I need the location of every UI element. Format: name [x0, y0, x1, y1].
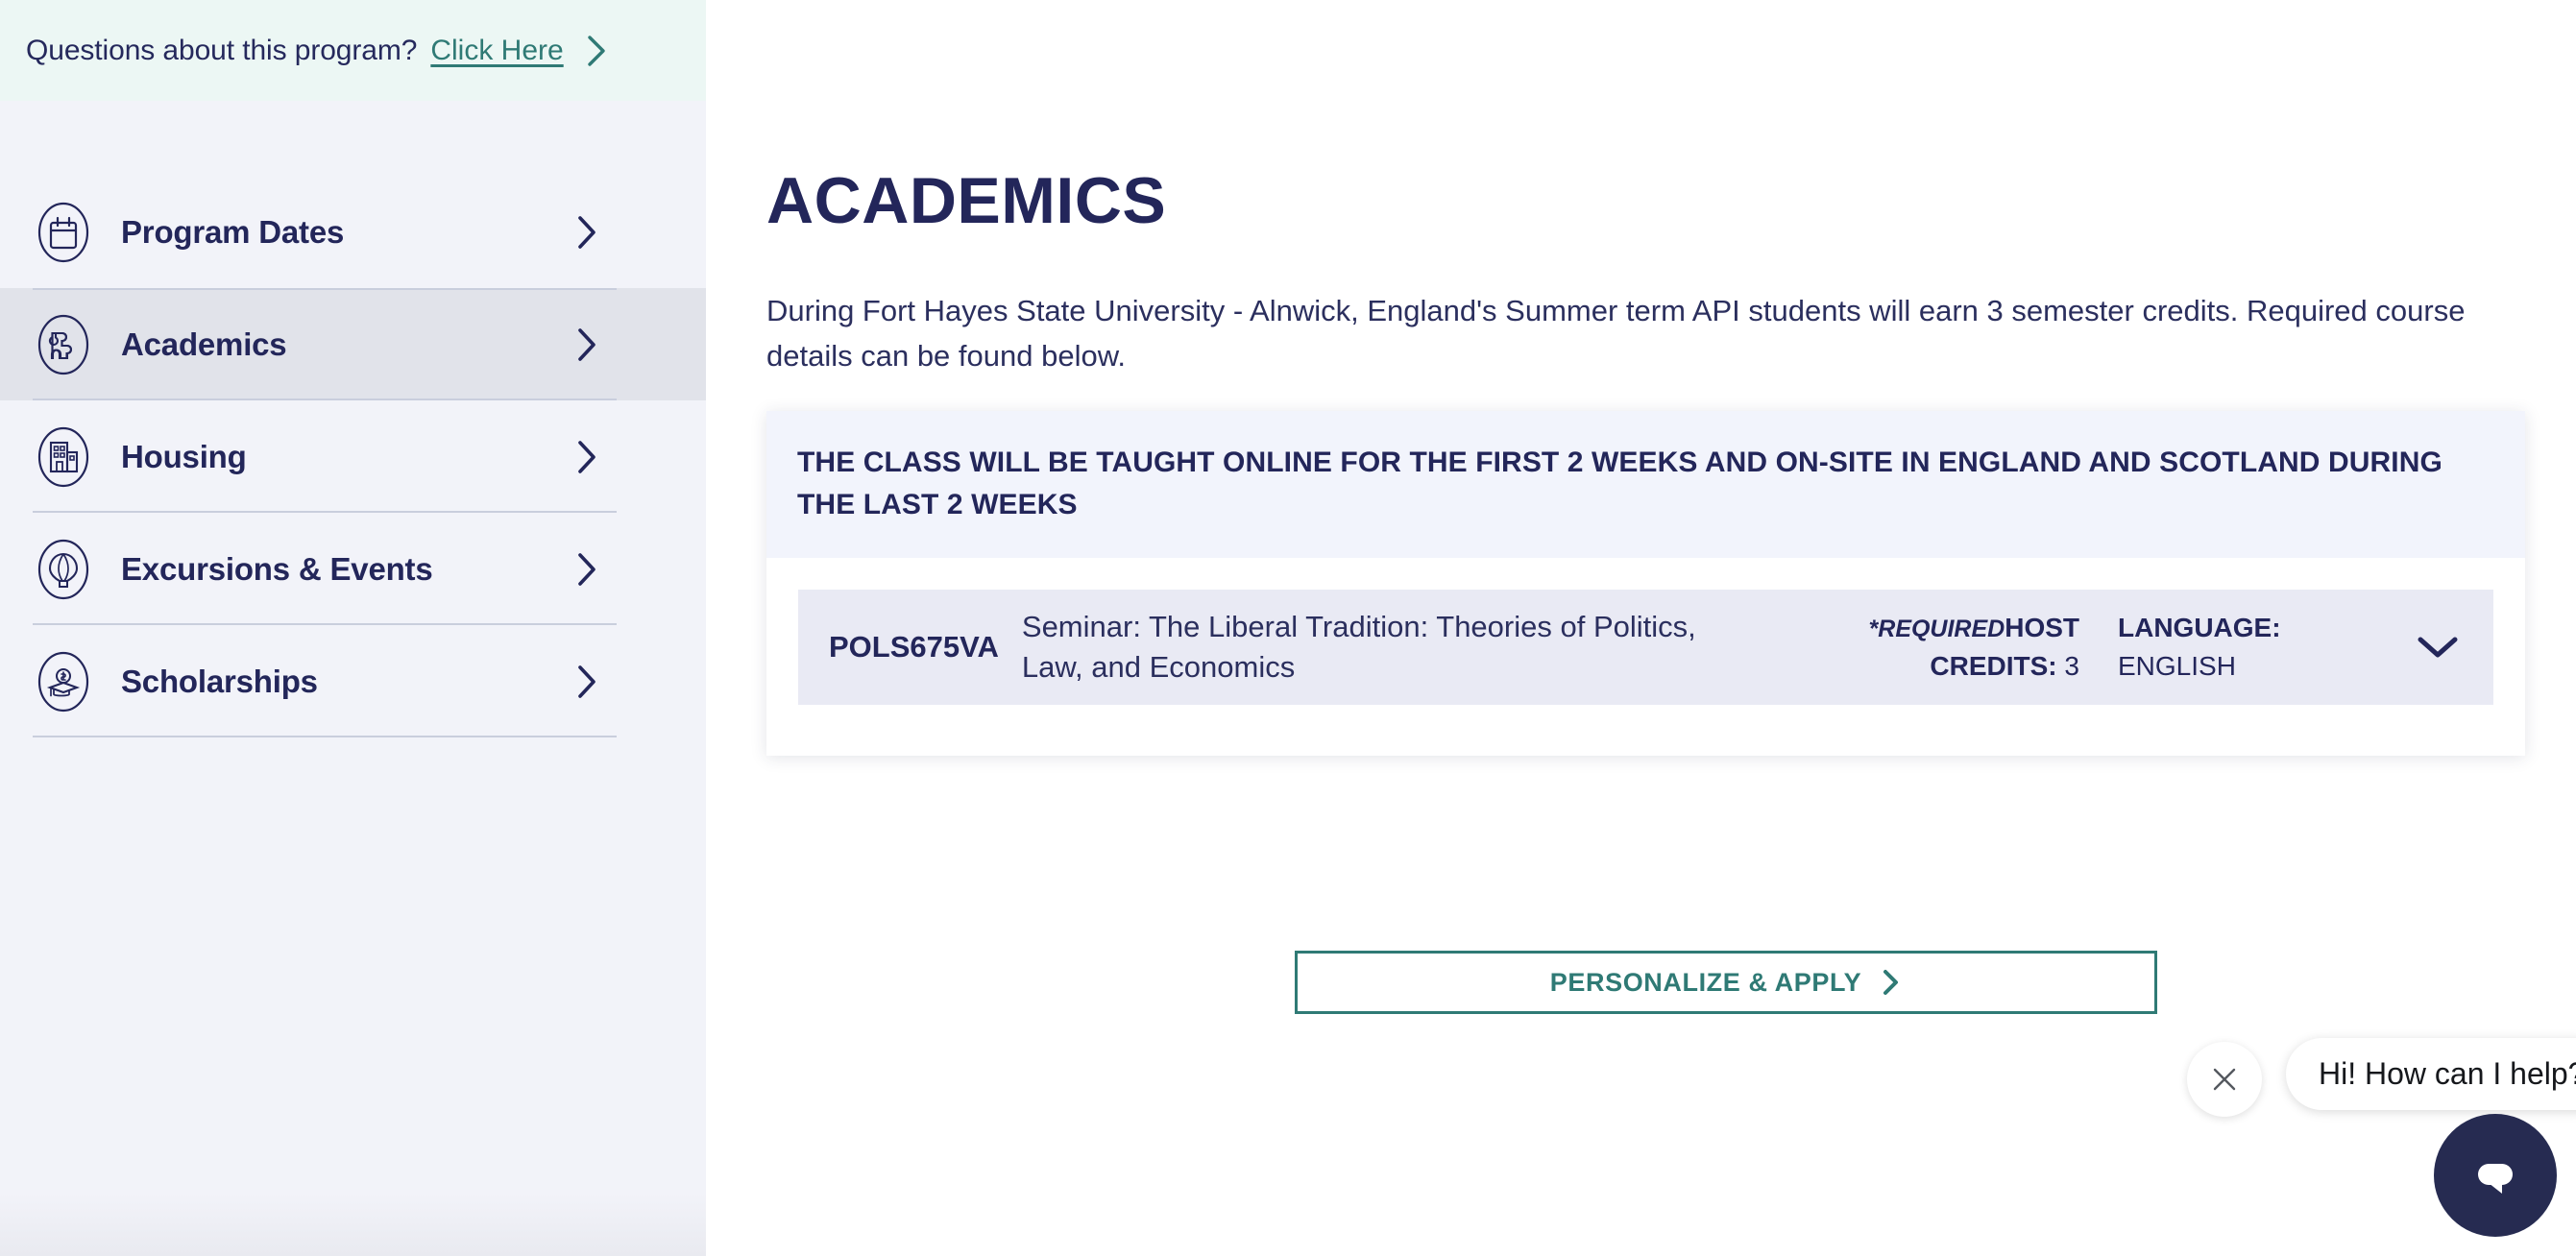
page-title: ACADEMICS: [766, 164, 1167, 237]
chevron-right-icon: [1881, 968, 1902, 997]
sidebar-item-label: Excursions & Events: [121, 550, 433, 587]
sidebar-item-housing[interactable]: Housing: [0, 400, 706, 513]
chat-greeting-bubble[interactable]: Hi! How can I help?: [2286, 1038, 2576, 1110]
sidebar-item-excursions-events[interactable]: Excursions & Events: [0, 513, 706, 625]
course-notice-text: THE CLASS WILL BE TAUGHT ONLINE FOR THE …: [797, 447, 2442, 520]
language-value: ENGLISH: [2118, 651, 2236, 681]
hot-air-balloon-icon: [33, 539, 94, 600]
divider: [33, 736, 617, 737]
intro-paragraph: During Fort Hayes State University - Aln…: [766, 294, 2466, 374]
chat-launcher-button[interactable]: [2434, 1114, 2557, 1237]
course-title: Seminar: The Liberal Tradition: Theories…: [1021, 609, 1696, 684]
building-icon: [33, 426, 94, 488]
personalize-and-apply-button[interactable]: PERSONALIZE & APPLY: [1295, 951, 2157, 1014]
course-code: POLS675VA: [829, 630, 999, 664]
course-credits: *REQUIREDHOST CREDITS: 3: [1791, 609, 2079, 686]
required-note: *REQUIRED: [1868, 616, 2005, 643]
chat-close-button[interactable]: [2187, 1042, 2262, 1117]
click-here-link[interactable]: Click Here: [430, 35, 563, 67]
course-row[interactable]: POLS675VA Seminar: The Liberal Tradition…: [798, 590, 2493, 705]
chevron-right-icon[interactable]: [574, 664, 599, 700]
program-question-text: Questions about this program?: [26, 34, 418, 66]
sidebar-item-label: Program Dates: [121, 213, 345, 250]
chevron-down-icon[interactable]: [2416, 633, 2460, 662]
credits-value: 3: [2064, 651, 2079, 681]
language-label: LANGUAGE:: [2118, 613, 2281, 643]
sidebar-item-program-dates[interactable]: Program Dates: [0, 176, 706, 288]
message-bubble-icon: [2478, 1164, 2513, 1194]
sidebar-item-label: Housing: [121, 438, 247, 474]
close-x-icon: [2213, 1068, 2236, 1091]
sidebar-item-academics[interactable]: Academics: [0, 288, 706, 400]
sidebar-nav: Program Dates Academics Housing Excursio…: [0, 176, 706, 737]
chat-greeting-text: Hi! How can I help?: [2319, 1056, 2576, 1091]
graduation-cap-money-icon: [33, 651, 94, 713]
sidebar-item-label: Scholarships: [121, 663, 318, 699]
puzzle-piece-icon: [33, 314, 94, 375]
divider: [33, 288, 617, 290]
apply-button-label: PERSONALIZE & APPLY: [1549, 967, 1862, 997]
page-root: Questions about this program? Click Here: [0, 0, 2576, 1256]
program-question-bar: Questions about this program? Click Here: [0, 0, 706, 101]
sidebar-item-scholarships[interactable]: Scholarships: [0, 625, 706, 737]
left-sidebar-column: Questions about this program? Click Here: [0, 0, 706, 1256]
course-notice-banner: THE CLASS WILL BE TAUGHT ONLINE FOR THE …: [766, 411, 2525, 558]
sidebar-item-label: Academics: [121, 326, 287, 362]
chevron-right-icon[interactable]: [574, 214, 599, 251]
sidebar-bottom-fade: [0, 1193, 706, 1256]
course-language: LANGUAGE: ENGLISH: [2118, 609, 2396, 686]
chevron-right-icon[interactable]: [574, 551, 599, 588]
chevron-right-icon[interactable]: [574, 326, 599, 363]
chevron-right-icon[interactable]: [574, 439, 599, 475]
course-card: THE CLASS WILL BE TAUGHT ONLINE FOR THE …: [766, 411, 2525, 756]
calendar-icon: [33, 202, 94, 263]
chevron-right-icon[interactable]: [585, 35, 610, 67]
